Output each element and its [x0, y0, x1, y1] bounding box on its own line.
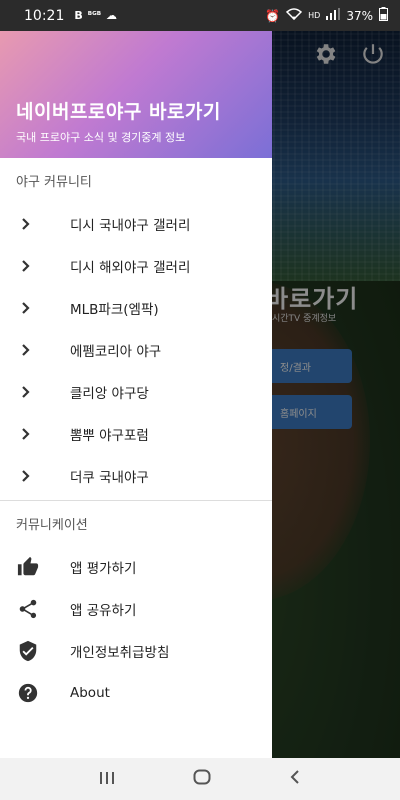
signal-icon — [326, 8, 341, 23]
chevron-right-icon — [20, 301, 44, 315]
chevron-right-icon — [20, 343, 44, 357]
share-icon — [16, 598, 40, 620]
home-icon[interactable] — [193, 769, 211, 790]
verified-shield-icon — [16, 640, 40, 662]
menu-item-label: 클리앙 야구당 — [70, 386, 149, 402]
menu-item-label: About — [70, 685, 110, 701]
menu-item-label: MLB파크(엠팍) — [70, 302, 159, 318]
recent-apps-icon[interactable] — [99, 769, 115, 790]
section-header-communication: 커뮤니케이션 — [16, 518, 88, 533]
menu-item-label: 개인정보취급방침 — [70, 645, 170, 661]
chevron-right-icon — [20, 385, 44, 399]
chevron-right-icon — [20, 427, 44, 441]
section-header-community: 야구 커뮤니티 — [16, 175, 92, 190]
chevron-right-icon — [20, 217, 44, 231]
menu-item-label: 에펨코리아 야구 — [70, 344, 162, 360]
navigation-drawer: 네이버프로야구 바로가기 국내 프로야구 소식 및 경기중계 정보 야구 커뮤니… — [0, 31, 272, 758]
status-time: 10:21 — [24, 7, 65, 24]
drawer-header: 네이버프로야구 바로가기 국내 프로야구 소식 및 경기중계 정보 — [0, 31, 272, 158]
menu-item-label: 디시 해외야구 갤러리 — [70, 260, 191, 276]
menu-item-mlbpark[interactable]: MLB파크(엠팍) — [0, 287, 272, 329]
communication-list: 앱 평가하기 앱 공유하기 개인정보취급방침 About — [0, 546, 272, 714]
menu-item-label: 더쿠 국내야구 — [70, 470, 149, 486]
notification-app-icon: ᴮᴳᴮ — [87, 10, 102, 21]
menu-item-privacy-policy[interactable]: 개인정보취급방침 — [0, 630, 272, 672]
drawer-title: 네이버프로야구 바로가기 — [16, 101, 221, 123]
drawer-subtitle: 국내 프로야구 소식 및 경기중계 정보 — [16, 131, 186, 144]
thumb-up-icon — [16, 556, 40, 578]
notification-b-icon: B — [74, 9, 83, 22]
system-navigation-bar — [0, 758, 400, 800]
menu-item-dc-korean-baseball[interactable]: 디시 국내야구 갤러리 — [0, 203, 272, 245]
hd-signal-icon: HD — [308, 11, 321, 20]
menu-item-share-app[interactable]: 앱 공유하기 — [0, 588, 272, 630]
notification-cloud-icon: ☁ — [106, 9, 118, 22]
menu-item-label: 앱 평가하기 — [70, 561, 137, 577]
menu-item-ppomppu-baseball[interactable]: 뽐뿌 야구포럼 — [0, 413, 272, 455]
menu-item-clien-baseball[interactable]: 클리앙 야구당 — [0, 371, 272, 413]
menu-item-dc-overseas-baseball[interactable]: 디시 해외야구 갤러리 — [0, 245, 272, 287]
chevron-right-icon — [20, 469, 44, 483]
chevron-right-icon — [20, 259, 44, 273]
menu-item-rate-app[interactable]: 앱 평가하기 — [0, 546, 272, 588]
menu-item-label: 앱 공유하기 — [70, 603, 137, 619]
help-icon — [16, 682, 40, 704]
battery-percent: 37% — [346, 8, 373, 23]
menu-item-label: 뽐뿌 야구포럼 — [70, 428, 149, 444]
menu-item-fmkorea-baseball[interactable]: 에펨코리아 야구 — [0, 329, 272, 371]
back-icon[interactable] — [289, 769, 301, 790]
menu-item-about[interactable]: About — [0, 672, 272, 714]
community-list: 디시 국내야구 갤러리 디시 해외야구 갤러리 MLB파크(엠팍) 에펨코리아 … — [0, 203, 272, 497]
menu-item-label: 디시 국내야구 갤러리 — [70, 218, 191, 234]
status-system-icons: ⏰ HD 37% — [265, 7, 388, 24]
alarm-icon: ⏰ — [265, 8, 281, 23]
status-bar: 10:21 B ᴮᴳᴮ ☁ ⏰ HD 37% — [0, 0, 400, 31]
battery-icon — [379, 7, 388, 24]
wifi-icon — [286, 8, 303, 23]
status-notification-icons: B ᴮᴳᴮ ☁ — [74, 9, 117, 22]
menu-item-theqoo-baseball[interactable]: 더쿠 국내야구 — [0, 455, 272, 497]
